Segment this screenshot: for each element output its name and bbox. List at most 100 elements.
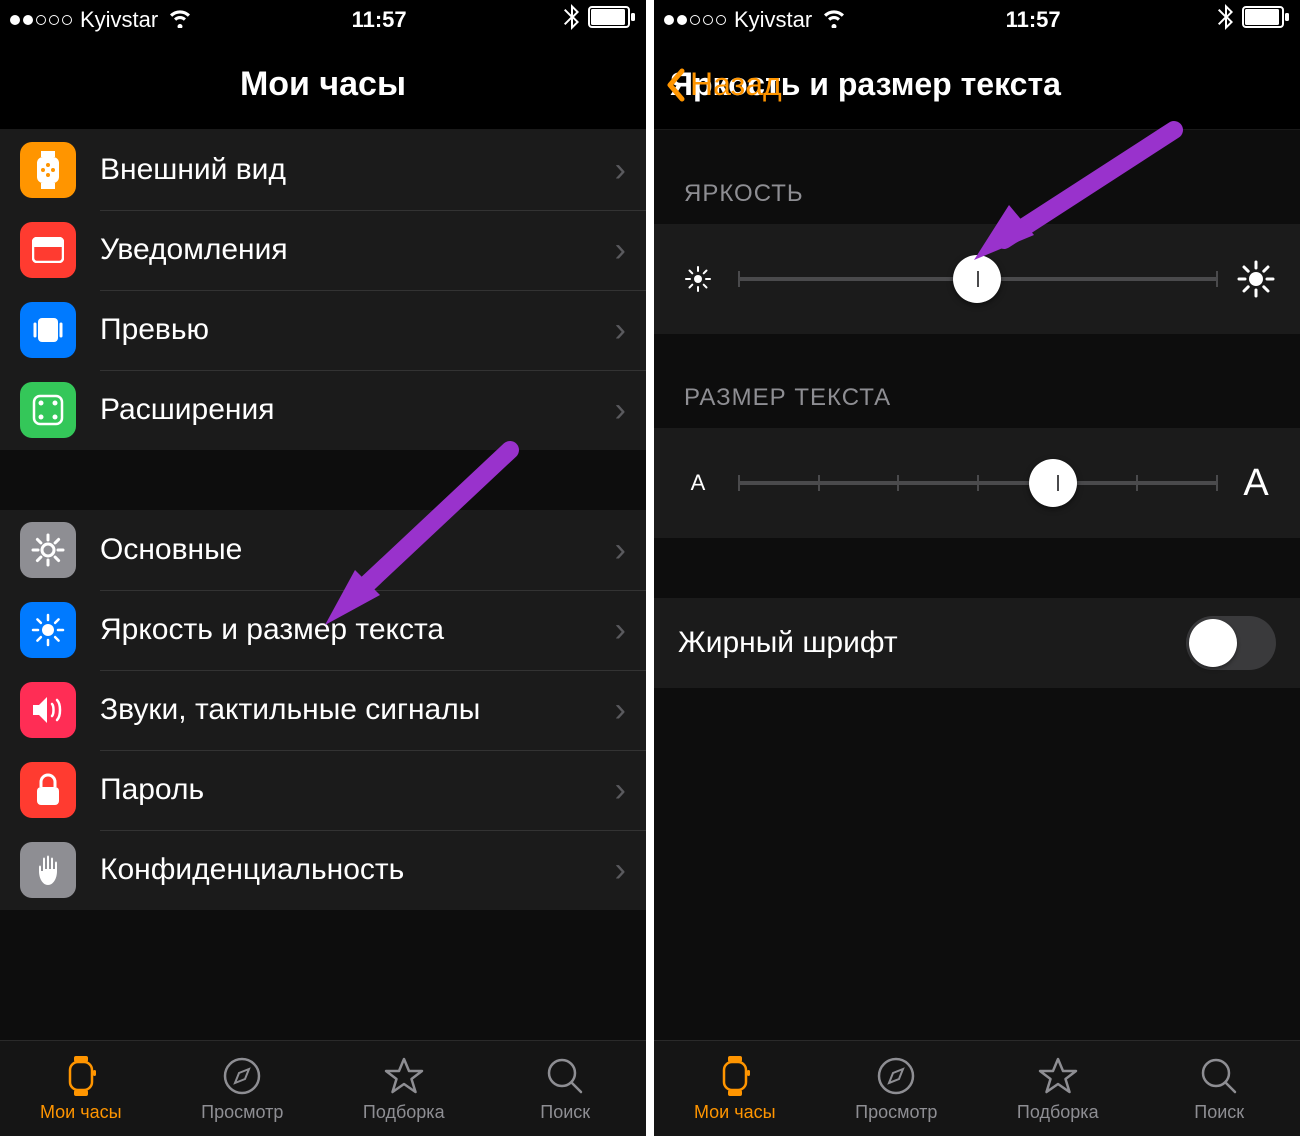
brightness-slider-row — [654, 224, 1300, 334]
bold-text-toggle[interactable] — [1186, 616, 1276, 670]
tab-label: Поиск — [540, 1102, 590, 1123]
chevron-right-icon: › — [615, 311, 626, 350]
tab-label: Мои часы — [694, 1102, 776, 1123]
tab-label: Просмотр — [201, 1102, 283, 1123]
detail-content[interactable]: ЯРКОСТЬ РАЗМЕР ТЕКСТА А А Жирный шрифт — [654, 130, 1300, 1040]
battery-icon — [1242, 6, 1290, 34]
chevron-right-icon: › — [615, 611, 626, 650]
settings-list[interactable]: Внешний вид › Уведомления › Превью › — [0, 130, 646, 1040]
tab-bar: Мои часы Просмотр Подборка Поиск — [654, 1040, 1300, 1136]
tab-label: Подборка — [363, 1102, 445, 1123]
row-label: Звуки, тактильные сигналы — [100, 693, 615, 727]
bold-text-label: Жирный шрифт — [678, 626, 898, 660]
tab-label: Просмотр — [855, 1102, 937, 1123]
bluetooth-icon — [564, 4, 580, 36]
search-icon — [545, 1054, 585, 1098]
notification-tray-icon — [20, 222, 76, 278]
tab-label: Мои часы — [40, 1102, 122, 1123]
row-label: Превью — [100, 313, 615, 347]
wifi-icon — [166, 6, 194, 34]
row-general[interactable]: Основные › — [0, 510, 646, 590]
row-label: Уведомления — [100, 233, 615, 267]
chevron-left-icon — [664, 67, 686, 103]
chevron-right-icon: › — [615, 691, 626, 730]
chevron-right-icon: › — [615, 391, 626, 430]
compass-icon — [876, 1054, 916, 1098]
compass-icon — [222, 1054, 262, 1098]
back-button[interactable]: Назад — [664, 66, 782, 103]
brightness-low-icon — [678, 264, 718, 294]
row-label: Внешний вид — [100, 153, 615, 187]
hand-icon — [20, 842, 76, 898]
battery-icon — [588, 6, 636, 34]
row-label: Пароль — [100, 773, 615, 807]
bold-text-row: Жирный шрифт — [654, 598, 1300, 688]
watch-face-icon — [20, 142, 76, 198]
sound-icon — [20, 682, 76, 738]
signal-dots — [664, 15, 726, 25]
nav-header: Назад Яркость и размер текста — [654, 40, 1300, 130]
lock-icon — [20, 762, 76, 818]
star-icon — [383, 1054, 425, 1098]
row-appearance[interactable]: Внешний вид › — [0, 130, 646, 210]
status-bar: Kyivstar 11:57 — [654, 0, 1300, 40]
screen-brightness-detail: Kyivstar 11:57 Назад Яркость и размер те… — [654, 0, 1300, 1136]
complication-icon — [20, 382, 76, 438]
row-glances[interactable]: Превью › — [0, 290, 646, 370]
row-passcode[interactable]: Пароль › — [0, 750, 646, 830]
row-label: Яркость и размер текста — [100, 613, 615, 647]
tab-my-watch[interactable]: Мои часы — [654, 1041, 816, 1136]
row-label: Расширения — [100, 393, 615, 427]
row-label: Основные — [100, 533, 615, 567]
search-icon — [1199, 1054, 1239, 1098]
brightness-slider[interactable] — [738, 277, 1216, 281]
row-sounds[interactable]: Звуки, тактильные сигналы › — [0, 670, 646, 750]
signal-dots — [10, 15, 72, 25]
row-complications[interactable]: Расширения › — [0, 370, 646, 450]
page-title: Мои часы — [240, 65, 406, 104]
row-notifications[interactable]: Уведомления › — [0, 210, 646, 290]
chevron-right-icon: › — [615, 151, 626, 190]
clock-time: 11:57 — [352, 7, 407, 33]
tab-browse[interactable]: Просмотр — [816, 1041, 978, 1136]
tab-label: Подборка — [1017, 1102, 1099, 1123]
row-brightness-text[interactable]: Яркость и размер текста › — [0, 590, 646, 670]
tab-bar: Мои часы Просмотр Подборка Поиск — [0, 1040, 646, 1136]
chevron-right-icon: › — [615, 851, 626, 890]
chevron-right-icon: › — [615, 771, 626, 810]
tab-label: Поиск — [1194, 1102, 1244, 1123]
brightness-header: ЯРКОСТЬ — [654, 130, 1300, 224]
toggle-knob — [1189, 619, 1237, 667]
wifi-icon — [820, 6, 848, 34]
textsize-small-label: А — [678, 470, 718, 496]
chevron-right-icon: › — [615, 531, 626, 570]
glance-icon — [20, 302, 76, 358]
slider-thumb[interactable] — [1029, 459, 1077, 507]
textsize-slider[interactable] — [738, 481, 1216, 485]
star-icon — [1037, 1054, 1079, 1098]
chevron-right-icon: › — [615, 231, 626, 270]
settings-group: Основные › Яркость и размер текста › Зву… — [0, 510, 646, 910]
screen-my-watch: Kyivstar 11:57 Мои часы Внешний вид — [0, 0, 646, 1136]
brightness-high-icon — [1236, 259, 1276, 299]
nav-header: Мои часы — [0, 40, 646, 130]
tab-featured[interactable]: Подборка — [323, 1041, 485, 1136]
brightness-icon — [20, 602, 76, 658]
row-privacy[interactable]: Конфиденциальность › — [0, 830, 646, 910]
textsize-slider-row: А А — [654, 428, 1300, 538]
settings-group: Внешний вид › Уведомления › Превью › — [0, 130, 646, 450]
tab-search[interactable]: Поиск — [1139, 1041, 1300, 1136]
textsize-header: РАЗМЕР ТЕКСТА — [654, 334, 1300, 428]
carrier-label: Kyivstar — [80, 7, 158, 33]
status-bar: Kyivstar 11:57 — [0, 0, 646, 40]
tab-my-watch[interactable]: Мои часы — [0, 1041, 162, 1136]
textsize-large-label: А — [1236, 462, 1276, 505]
clock-time: 11:57 — [1006, 7, 1061, 33]
watch-icon — [62, 1054, 100, 1098]
back-label: Назад — [690, 66, 782, 103]
bluetooth-icon — [1218, 4, 1234, 36]
row-label: Конфиденциальность — [100, 853, 615, 887]
tab-featured[interactable]: Подборка — [977, 1041, 1139, 1136]
tab-browse[interactable]: Просмотр — [162, 1041, 324, 1136]
tab-search[interactable]: Поиск — [485, 1041, 647, 1136]
